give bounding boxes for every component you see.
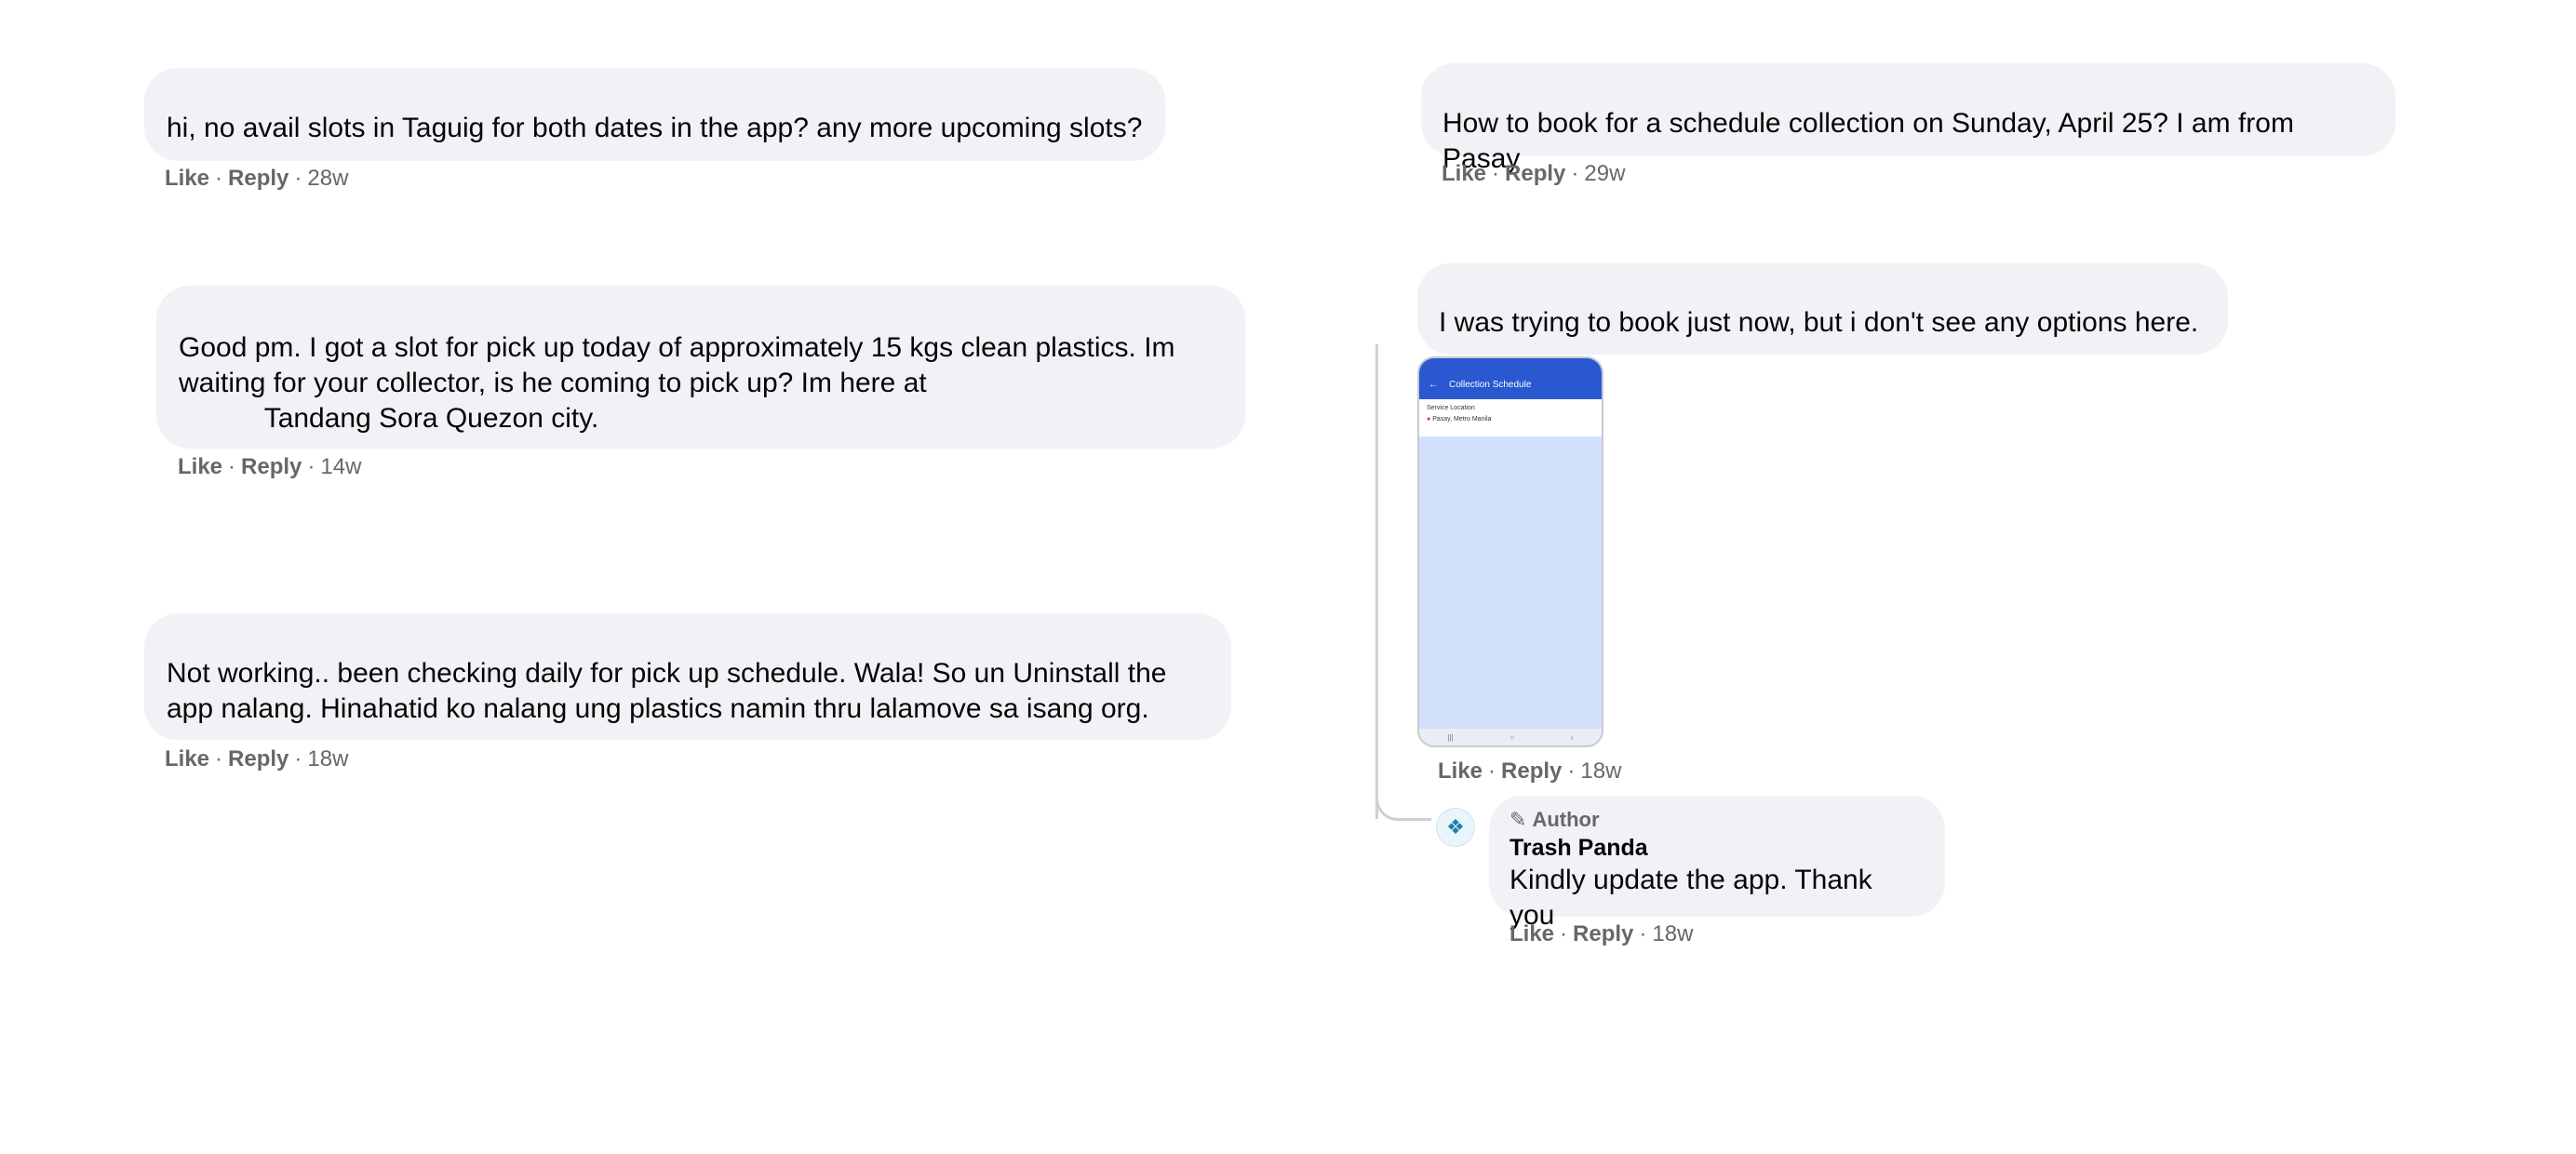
comment-bubble-4: How to book for a schedule collection on… — [1421, 63, 2395, 174]
comment-text: Good pm. I got a slot for pick up today … — [179, 332, 1175, 434]
author-name[interactable]: Trash Panda — [1509, 833, 1925, 863]
comment-actions-2: Like · Reply · 14w — [178, 454, 362, 479]
section-label: Service Location — [1427, 405, 1475, 411]
timestamp[interactable]: 14w — [320, 454, 361, 479]
comment-text: I was trying to book just now, but i don… — [1439, 307, 2199, 338]
comment-bubble-2: Good pm. I got a slot for pick up today … — [156, 286, 1245, 449]
reply-link[interactable]: Reply — [1505, 161, 1565, 186]
location-value: Pasay, Metro Manila — [1432, 416, 1492, 423]
service-location-panel: Service Location ● Pasay, Metro Manila — [1419, 399, 1602, 436]
like-link[interactable]: Like — [1442, 161, 1486, 186]
author-badge-label: Author — [1532, 808, 1600, 831]
pencil-icon: ✎ — [1509, 808, 1527, 831]
comment-actions-3: Like · Reply · 18w — [165, 746, 349, 772]
reply-link[interactable]: Reply — [1501, 758, 1562, 784]
comment-bubble-5: I was trying to book just now, but i don… — [1417, 263, 2228, 355]
author-badge: ✎ Author — [1509, 807, 1925, 833]
like-link[interactable]: Like — [1509, 921, 1554, 946]
phone-nav-bar: ||| ○ ‹ — [1419, 729, 1602, 745]
app-bar: ← Collection Schedule — [1419, 371, 1602, 399]
reply-link[interactable]: Reply — [1573, 921, 1633, 946]
reply-link[interactable]: Reply — [228, 746, 288, 772]
author-reply-bubble: ✎ Author Trash Panda Kindly update the a… — [1489, 796, 1945, 931]
location-pin-icon: ● — [1427, 416, 1431, 423]
like-link[interactable]: Like — [165, 166, 209, 191]
back-arrow-icon: ← — [1429, 380, 1438, 390]
home-icon: ○ — [1509, 732, 1515, 742]
back-icon: ‹ — [1570, 732, 1574, 742]
screenshot-attachment[interactable]: ← Collection Schedule Service Location ●… — [1417, 356, 1603, 747]
timestamp[interactable]: 18w — [307, 746, 348, 772]
timestamp[interactable]: 18w — [1580, 758, 1621, 784]
timestamp[interactable]: 18w — [1652, 921, 1693, 946]
recents-icon: ||| — [1447, 732, 1454, 742]
comment-bubble-1: hi, no avail slots in Taguig for both da… — [144, 68, 1165, 161]
comment-bubble-3: Not working.. been checking daily for pi… — [144, 613, 1231, 740]
timestamp[interactable]: 29w — [1584, 161, 1625, 186]
reply-link[interactable]: Reply — [241, 454, 302, 479]
comment-actions-1: Like · Reply · 28w — [165, 166, 349, 191]
comment-actions-4: Like · Reply · 29w — [1442, 161, 1626, 186]
thread-connector — [1375, 782, 1431, 821]
reply-link[interactable]: Reply — [228, 166, 288, 191]
author-avatar[interactable]: ❖ — [1436, 808, 1475, 847]
author-reply-actions: Like · Reply · 18w — [1509, 921, 1694, 946]
like-link[interactable]: Like — [165, 746, 209, 772]
comment-text: Not working.. been checking daily for pi… — [167, 658, 1174, 724]
comment-actions-5: Like · Reply · 18w — [1438, 758, 1622, 784]
like-link[interactable]: Like — [1438, 758, 1483, 784]
timestamp[interactable]: 28w — [307, 166, 348, 191]
like-link[interactable]: Like — [178, 454, 222, 479]
thread-line — [1375, 344, 1378, 819]
raccoon-logo-icon: ❖ — [1446, 815, 1465, 839]
app-bar-title: Collection Schedule — [1449, 380, 1532, 390]
phone-status-bar — [1419, 358, 1602, 371]
comment-text: hi, no avail slots in Taguig for both da… — [167, 113, 1143, 143]
